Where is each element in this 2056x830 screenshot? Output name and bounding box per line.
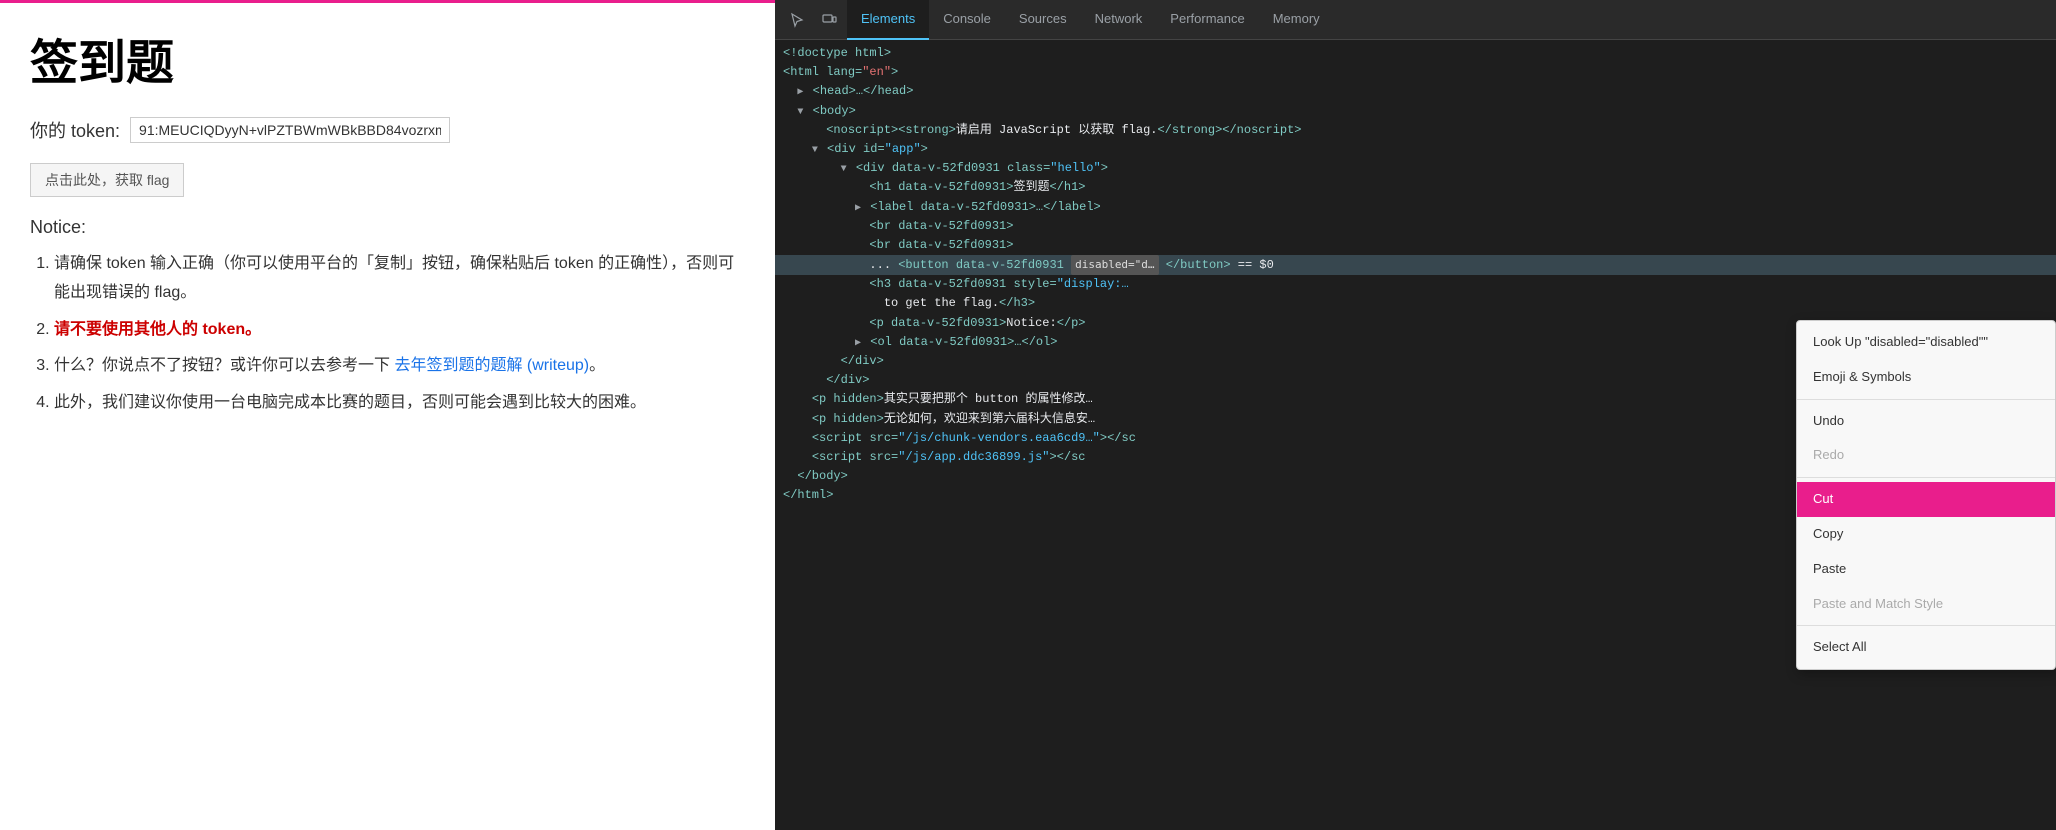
html-line: to get the flag.</h3> [775,294,2056,313]
token-label: 你的 token: [30,117,120,143]
html-line-button[interactable]: ... <button data-v-52fd0931 disabled="d…… [775,255,2056,275]
devtools-html-content[interactable]: <!doctype html> <html lang="en"> ▶ <head… [775,40,2056,830]
context-menu-separator-3 [1797,625,2055,626]
notice-item-4: 此外，我们建议你使用一台电脑完成本比赛的题目，否则可能会遇到比较大的困难。 [54,389,745,418]
device-icon-btn[interactable] [815,6,843,34]
notice-item-3: 什么？你说点不了按钮？或许你可以去参考一下 去年签到题的题解 (writeup)… [54,352,745,381]
context-menu-item-undo[interactable]: Undo [1797,404,2055,439]
context-menu-separator [1797,399,2055,400]
webpage-content: 签到题 你的 token: 点击此处，获取 flag Notice: 请确保 t… [0,0,775,830]
context-menu-item-emoji[interactable]: Emoji & Symbols [1797,360,2055,395]
token-row: 你的 token: [30,117,745,143]
writeup-link[interactable]: 去年签到题的题解 (writeup) [394,357,589,374]
html-line: ▶ <label data-v-52fd0931>…</label> [775,198,2056,217]
notice-item-2-text: 请不要使用其他人的 token。 [54,321,261,338]
context-menu: Look Up "disabled="disabled"" Emoji & Sy… [1796,320,2056,670]
html-line: <h3 data-v-52fd0931 style="display:… [775,275,2056,294]
html-line: ▼ <body> [775,102,2056,121]
cursor-icon-btn[interactable] [783,6,811,34]
html-line: <h1 data-v-52fd0931>签到题</h1> [775,178,2056,197]
html-line: <html lang="en"> [775,63,2056,82]
devtools-panel: Elements Console Sources Network Perform… [775,0,2056,830]
html-line: <!doctype html> [775,44,2056,63]
html-line: ▼ <div id="app"> [775,140,2056,159]
context-menu-item-redo: Redo [1797,438,2055,473]
devtools-tabs: Elements Console Sources Network Perform… [847,0,1334,40]
notice-item-1: 请确保 token 输入正确（你可以使用平台的「复制」按钮，确保粘贴后 toke… [54,250,745,308]
notice-title: Notice: [30,217,745,238]
notice-list: 请确保 token 输入正确（你可以使用平台的「复制」按钮，确保粘贴后 toke… [30,250,745,418]
notice-item-2: 请不要使用其他人的 token。 [54,316,745,345]
disabled-badge: disabled="d… [1071,255,1158,275]
devtools-toolbar: Elements Console Sources Network Perform… [775,0,2056,40]
tab-performance[interactable]: Performance [1156,0,1258,40]
html-line: <br data-v-52fd0931> [775,217,2056,236]
tab-console[interactable]: Console [929,0,1005,40]
html-line: <noscript><strong>请启用 JavaScript 以获取 fla… [775,121,2056,140]
page-title: 签到题 [30,23,745,93]
context-menu-item-paste[interactable]: Paste [1797,552,2055,587]
context-menu-item-lookup[interactable]: Look Up "disabled="disabled"" [1797,325,2055,360]
tab-sources[interactable]: Sources [1005,0,1081,40]
context-menu-item-cut[interactable]: Cut [1797,482,2055,517]
html-line: ▶ <head>…</head> [775,82,2056,101]
get-flag-btn[interactable]: 点击此处，获取 flag [30,163,184,197]
context-menu-item-copy[interactable]: Copy [1797,517,2055,552]
token-input[interactable] [130,117,450,143]
tab-memory[interactable]: Memory [1259,0,1334,40]
tab-elements[interactable]: Elements [847,0,929,40]
tab-network[interactable]: Network [1081,0,1157,40]
context-menu-item-select-all[interactable]: Select All [1797,630,2055,665]
context-menu-separator-2 [1797,477,2055,478]
html-line: <br data-v-52fd0931> [775,236,2056,255]
html-line: ▼ <div data-v-52fd0931 class="hello"> [775,159,2056,178]
context-menu-item-paste-match: Paste and Match Style [1797,587,2055,622]
